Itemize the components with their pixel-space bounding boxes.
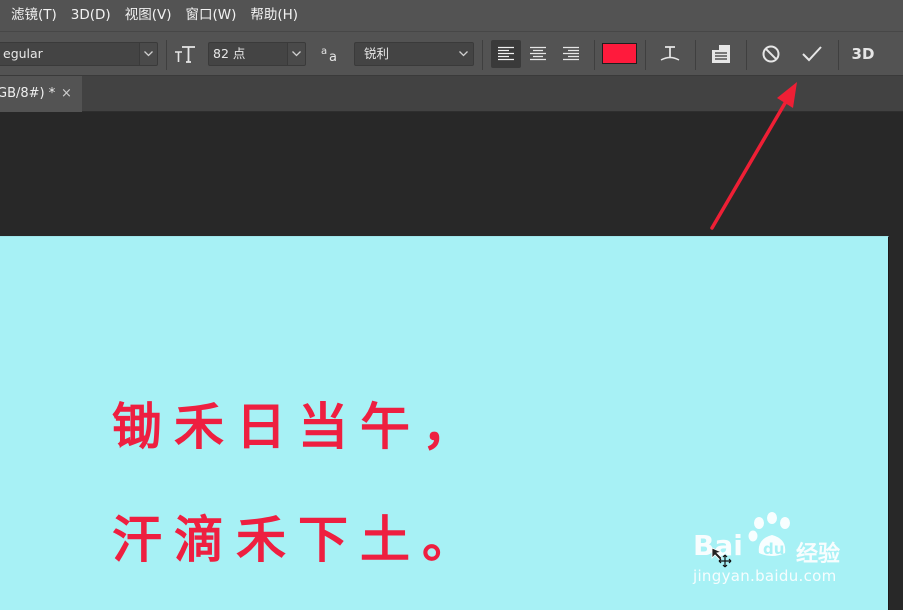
document-tab-label: GB/8#) * [0, 86, 56, 101]
align-right-button[interactable] [556, 40, 586, 68]
cancel-icon [762, 45, 780, 63]
commit-button[interactable] [797, 40, 827, 68]
menu-bar: 滤镜(T) 3D(D) 视图(V) 窗口(W) 帮助(H) [0, 0, 903, 31]
font-size-dropdown[interactable]: 82 点 [208, 42, 306, 66]
separator [746, 40, 747, 70]
align-left-icon [498, 46, 514, 61]
font-size-dropdown-button[interactable] [287, 43, 305, 65]
antialias-icon: a a [318, 40, 344, 68]
font-size-icon [171, 40, 199, 68]
menu-view[interactable]: 视图(V) [118, 0, 179, 31]
separator [482, 40, 483, 70]
canvas-text-line-1[interactable]: 锄禾日当午， [112, 402, 484, 452]
text-color-fill [603, 44, 636, 63]
svg-text:a: a [329, 50, 337, 63]
font-style-dropdown[interactable]: egular [0, 42, 158, 66]
menu-window[interactable]: 窗口(W) [178, 0, 243, 31]
font-style-dropdown-button[interactable] [139, 43, 157, 65]
canvas-text-line-2[interactable]: 汗滴禾下土。 [112, 515, 484, 565]
close-icon[interactable]: × [61, 76, 72, 112]
align-right-icon [563, 46, 579, 61]
antialias-dropdown-button[interactable] [455, 43, 473, 65]
chevron-down-icon [292, 51, 301, 57]
move-cursor-icon [711, 547, 732, 568]
warp-text-button[interactable] [655, 40, 685, 68]
3d-label: 3D [851, 45, 875, 63]
separator [645, 40, 646, 70]
menu-3d[interactable]: 3D(D) [64, 0, 118, 31]
font-size-value: 82 点 [213, 46, 246, 61]
align-center-icon [530, 46, 546, 61]
watermark-url: jingyan.baidu.com [693, 567, 837, 585]
align-center-button[interactable] [523, 40, 553, 68]
annotation-arrow [710, 82, 797, 230]
character-panel-icon [712, 45, 730, 63]
commit-check-icon [802, 46, 822, 62]
svg-text:du: du [763, 540, 784, 558]
document-tab[interactable]: GB/8#) * × [0, 76, 82, 112]
text-color-swatch[interactable] [602, 43, 637, 64]
menu-filter[interactable]: 滤镜(T) [0, 0, 64, 31]
align-left-button[interactable] [491, 40, 521, 68]
svg-text:a: a [321, 46, 327, 57]
character-panel-button[interactable] [706, 40, 736, 68]
photoshop-window: 滤镜(T) 3D(D) 视图(V) 窗口(W) 帮助(H) egular 82 … [0, 0, 903, 610]
separator [695, 40, 696, 70]
antialias-value: 锐利 [364, 46, 390, 61]
separator [594, 40, 595, 70]
warp-text-icon [660, 46, 680, 61]
3d-icon[interactable]: 3D [848, 40, 878, 68]
chevron-down-icon [144, 51, 153, 57]
watermark-brand-tail: 经验 [796, 542, 841, 567]
separator [838, 40, 839, 70]
antialias-dropdown[interactable]: 锐利 [354, 42, 474, 66]
cancel-button[interactable] [757, 40, 785, 68]
menu-help[interactable]: 帮助(H) [243, 0, 305, 31]
separator [166, 40, 167, 70]
font-style-value: egular [3, 46, 43, 61]
chevron-down-icon [459, 51, 468, 57]
